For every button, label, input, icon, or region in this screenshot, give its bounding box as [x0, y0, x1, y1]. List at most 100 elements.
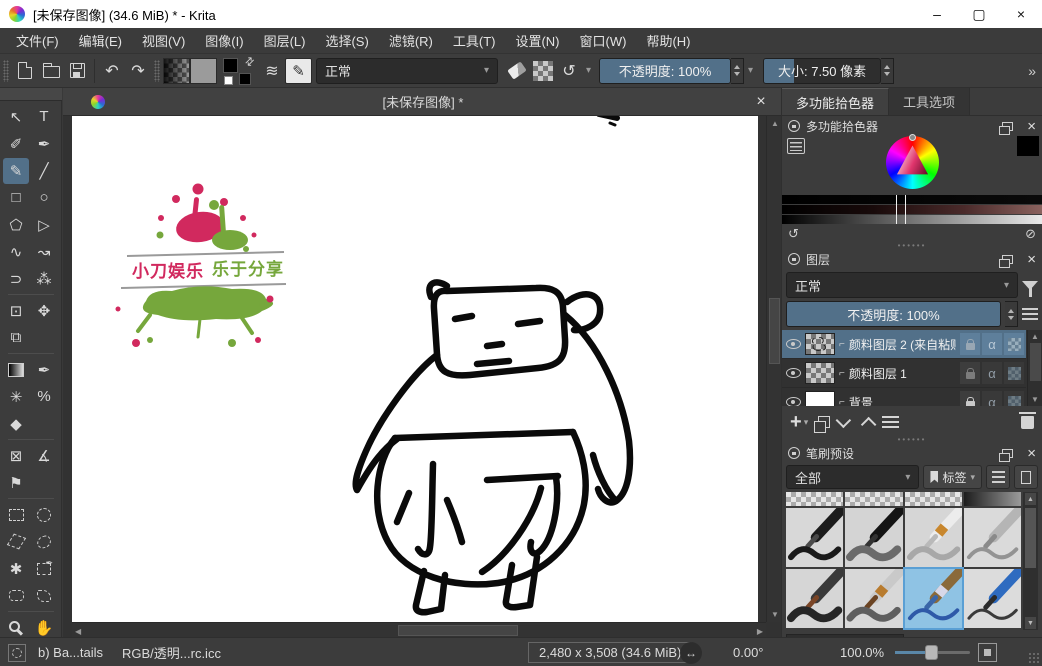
- zoom-slider-knob[interactable]: [925, 645, 938, 660]
- chevron-down-icon[interactable]: ▾: [744, 65, 757, 76]
- reference-images-tool[interactable]: ⚑: [3, 470, 29, 496]
- layer-row-background[interactable]: ⌐ 背景 α: [782, 388, 1026, 406]
- visibility-eye-icon[interactable]: [786, 368, 801, 378]
- tab-advanced-color-selector[interactable]: 多功能拾色器: [782, 88, 889, 115]
- maximize-button[interactable]: ▢: [958, 0, 1000, 28]
- shade-selector[interactable]: [782, 195, 1042, 225]
- canvas[interactable]: 小刀娱乐 乐于分享: [72, 116, 758, 622]
- scroll-down-icon[interactable]: ▼: [1031, 395, 1039, 404]
- toolbar-grip[interactable]: [3, 60, 9, 82]
- polyline-tool[interactable]: ▷: [31, 212, 57, 238]
- color-picker-tool[interactable]: ✒: [31, 357, 57, 383]
- shade-bar-2[interactable]: [782, 205, 1042, 214]
- rectangle-tool[interactable]: □: [3, 185, 29, 211]
- tab-tool-options[interactable]: 工具选项: [889, 88, 970, 115]
- scroll-up-icon[interactable]: ▲: [771, 119, 779, 128]
- canvas-vertical-scrollbar[interactable]: ▲ ▼: [766, 116, 781, 622]
- current-brush-label[interactable]: b) Ba...tails: [38, 638, 103, 666]
- brush-preset-bristle-brush[interactable]: [845, 569, 902, 628]
- inherit-alpha-icon[interactable]: [1004, 333, 1024, 355]
- layer-thumbnail[interactable]: [805, 391, 835, 406]
- delete-layer-button[interactable]: [1021, 416, 1034, 429]
- duplicate-layer-button[interactable]: [818, 416, 830, 428]
- layer-thumbnail[interactable]: [805, 362, 835, 384]
- swap-colors-icon[interactable]: ⇄: [242, 53, 258, 69]
- scroll-up-icon[interactable]: ▲: [1025, 493, 1036, 505]
- subwindow-title-bar[interactable]: [未保存图像] * ×: [63, 88, 781, 116]
- text-tool[interactable]: T: [31, 104, 57, 130]
- docker-resize-handle[interactable]: ••••••: [782, 242, 1042, 249]
- brush-preset-watercolor[interactable]: [905, 569, 962, 628]
- menu-item-5[interactable]: 选择(S): [315, 28, 378, 53]
- brush-preset-partial-4[interactable]: [964, 492, 1021, 506]
- selection-mode-icon[interactable]: [8, 644, 26, 662]
- add-layer-button[interactable]: +▾: [790, 411, 808, 434]
- menu-item-8[interactable]: 设置(N): [505, 28, 569, 53]
- subwindow-close-button[interactable]: ×: [741, 93, 781, 111]
- refresh-shades-icon[interactable]: ↺: [788, 226, 799, 242]
- close-button[interactable]: ×: [1000, 0, 1042, 28]
- layer-blending-dropdown[interactable]: 正常 ▾: [786, 272, 1018, 298]
- line-tool[interactable]: ╱: [31, 158, 57, 184]
- transform-tool[interactable]: ⊡: [3, 298, 29, 324]
- layer-locked-icon[interactable]: [960, 391, 980, 406]
- freehand-brush-tool[interactable]: ✎: [3, 158, 29, 184]
- opacity-slider[interactable]: 不透明度: 100%: [599, 58, 731, 84]
- layer-thumbnail[interactable]: [805, 333, 835, 355]
- default-colors-swatch[interactable]: [224, 76, 233, 85]
- brush-preset-chip[interactable]: ✎: [285, 58, 312, 84]
- blocked-icon[interactable]: ⊘: [1025, 226, 1036, 242]
- zoom-fit-button[interactable]: [978, 643, 997, 662]
- shade-handle[interactable]: [896, 195, 906, 224]
- brush-preset-ink-pen[interactable]: [786, 508, 843, 567]
- minimize-button[interactable]: –: [916, 0, 958, 28]
- canvas-horizontal-scrollbar[interactable]: ◀ ▶: [72, 622, 766, 637]
- undo-button[interactable]: ↶: [99, 58, 125, 84]
- save-button[interactable]: [64, 58, 90, 84]
- layer-style-icon[interactable]: [960, 333, 980, 355]
- visibility-eye-icon[interactable]: [786, 339, 801, 349]
- redo-button[interactable]: ↷: [125, 58, 151, 84]
- outline-select-tool[interactable]: [3, 583, 29, 609]
- ellipse-tool[interactable]: ○: [31, 185, 57, 211]
- brush-preset-silver-pen[interactable]: [964, 508, 1021, 567]
- scroll-down-icon[interactable]: ▼: [1025, 617, 1036, 629]
- window-resize-grip[interactable]: [1028, 652, 1040, 664]
- bezier-curve-tool[interactable]: ∿: [3, 239, 29, 265]
- move-layer-down-button[interactable]: [836, 412, 852, 428]
- foreground-background-colors[interactable]: ⇄: [220, 57, 256, 85]
- gradient-tool[interactable]: [3, 357, 29, 383]
- magnetic-select-tool[interactable]: [31, 583, 57, 609]
- menu-item-10[interactable]: 帮助(H): [636, 28, 700, 53]
- canvas-rotation-icon[interactable]: ↔: [680, 642, 702, 664]
- layer-scroll-thumb[interactable]: [1030, 343, 1041, 381]
- menu-item-6[interactable]: 滤镜(R): [379, 28, 443, 53]
- color-profile-label[interactable]: RGB/透明...rc.icc: [122, 638, 221, 666]
- calligraphy-tool[interactable]: ✒: [31, 131, 57, 157]
- gradient-chooser[interactable]: [163, 58, 190, 84]
- preset-scroll-thumb[interactable]: [1025, 508, 1036, 568]
- docker-float-icon[interactable]: [1002, 449, 1013, 458]
- docker-close-icon[interactable]: ×: [1027, 119, 1036, 134]
- open-document-button[interactable]: [38, 58, 64, 84]
- smart-patch-tool[interactable]: ✳: [3, 384, 29, 410]
- color-history-button[interactable]: [787, 138, 805, 154]
- multibrush-tool[interactable]: ⁂: [31, 266, 57, 292]
- zoom-slider[interactable]: [895, 651, 970, 654]
- toolbar-overflow-button[interactable]: »: [1028, 63, 1036, 79]
- pointer-tool[interactable]: ↖: [3, 104, 29, 130]
- layer-properties-button[interactable]: [882, 421, 899, 423]
- eraser-mode-button[interactable]: [504, 58, 530, 84]
- brush-preset-dark-brush[interactable]: [786, 569, 843, 628]
- layer-list-scrollbar[interactable]: ▲ ▼: [1027, 330, 1042, 406]
- brush-options-button[interactable]: ≋: [259, 58, 285, 84]
- color-triangle[interactable]: [894, 144, 931, 181]
- menu-item-9[interactable]: 窗口(W): [570, 28, 637, 53]
- menu-item-4[interactable]: 图层(L): [254, 28, 316, 53]
- toolbox-tab[interactable]: [0, 88, 62, 101]
- docker-lock-icon[interactable]: [788, 120, 800, 132]
- alpha-lock-icon[interactable]: α: [982, 333, 1002, 355]
- docker-resize-handle[interactable]: ••••••: [782, 436, 1042, 443]
- menu-item-0[interactable]: 文件(F): [6, 28, 69, 53]
- preset-view-mode-button[interactable]: [1014, 465, 1038, 489]
